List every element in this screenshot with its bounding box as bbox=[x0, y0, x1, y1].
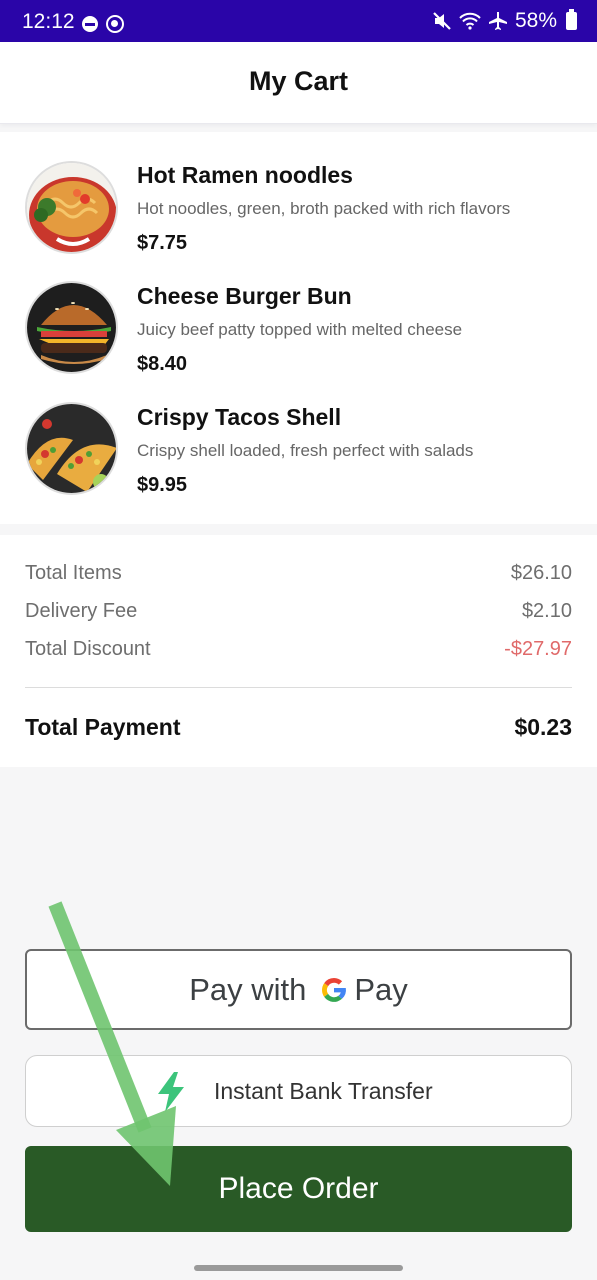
summary-delivery-fee: Delivery Fee $2.10 bbox=[25, 600, 572, 628]
battery-icon bbox=[566, 9, 577, 30]
gpay-brand: Pay bbox=[354, 971, 408, 1007]
airplane-icon bbox=[488, 11, 508, 31]
google-pay-logo: Pay bbox=[318, 971, 408, 1008]
status-time: 12:12 bbox=[22, 10, 75, 33]
instant-bank-transfer-button[interactable]: Instant Bank Transfer bbox=[25, 1055, 572, 1127]
battery-level: 58% bbox=[514, 9, 557, 32]
total-payment-label: Total Payment bbox=[25, 714, 181, 740]
cart-item-burger[interactable]: Cheese Burger Bun Juicy beef patty toppe… bbox=[0, 253, 597, 375]
status-icons: 58% bbox=[432, 9, 577, 33]
page-title: My Cart bbox=[248, 66, 349, 96]
item-price: $7.75 bbox=[137, 232, 188, 254]
status-bar: 12:12 58% bbox=[0, 0, 597, 42]
burger-image bbox=[25, 281, 118, 374]
summary-divider bbox=[25, 687, 572, 688]
summary-label: Total Discount bbox=[25, 638, 151, 660]
item-name: Crispy Tacos Shell bbox=[137, 404, 342, 430]
cart-item-ramen[interactable]: Hot Ramen noodles Hot noodles, green, br… bbox=[0, 132, 597, 254]
ramen-image bbox=[25, 161, 118, 254]
summary-value: $2.10 bbox=[521, 600, 572, 622]
item-price: $8.40 bbox=[137, 353, 188, 375]
bank-transfer-label: Instant Bank Transfer bbox=[214, 1078, 433, 1104]
item-name: Cheese Burger Bun bbox=[137, 283, 352, 309]
order-summary: Total Items $26.10 Delivery Fee $2.10 To… bbox=[0, 535, 597, 767]
lightning-icon bbox=[154, 1072, 188, 1118]
dnd-icon bbox=[82, 16, 98, 32]
cart-item-tacos[interactable]: Crispy Tacos Shell Crispy shell loaded, … bbox=[0, 374, 597, 496]
home-indicator[interactable] bbox=[194, 1265, 403, 1271]
mute-icon bbox=[432, 11, 452, 31]
summary-total-items: Total Items $26.10 bbox=[25, 562, 572, 590]
app-header: My Cart bbox=[0, 42, 597, 124]
item-description: Hot noodles, green, broth packed with ri… bbox=[137, 199, 511, 218]
summary-label: Total Items bbox=[25, 562, 122, 584]
item-description: Crispy shell loaded, fresh perfect with … bbox=[137, 441, 474, 460]
summary-value: -$27.97 bbox=[504, 638, 572, 660]
gpay-prefix: Pay with bbox=[189, 971, 307, 1007]
google-pay-button[interactable]: Pay with Pay bbox=[25, 949, 572, 1030]
item-description: Juicy beef patty topped with melted chee… bbox=[137, 320, 463, 339]
tacos-image bbox=[25, 402, 118, 495]
place-order-button[interactable]: Place Order bbox=[25, 1146, 572, 1232]
summary-label: Delivery Fee bbox=[25, 600, 138, 622]
total-payment-value: $0.23 bbox=[514, 714, 572, 740]
item-name: Hot Ramen noodles bbox=[137, 162, 353, 188]
item-price: $9.95 bbox=[137, 474, 188, 496]
app-notification-icon bbox=[106, 15, 124, 33]
cart-list: Hot Ramen noodles Hot noodles, green, br… bbox=[0, 132, 597, 524]
wifi-calling-icon bbox=[459, 11, 481, 31]
summary-value: $26.10 bbox=[510, 562, 572, 584]
summary-total-discount: Total Discount -$27.97 bbox=[25, 638, 572, 666]
google-g-icon bbox=[322, 977, 347, 1002]
